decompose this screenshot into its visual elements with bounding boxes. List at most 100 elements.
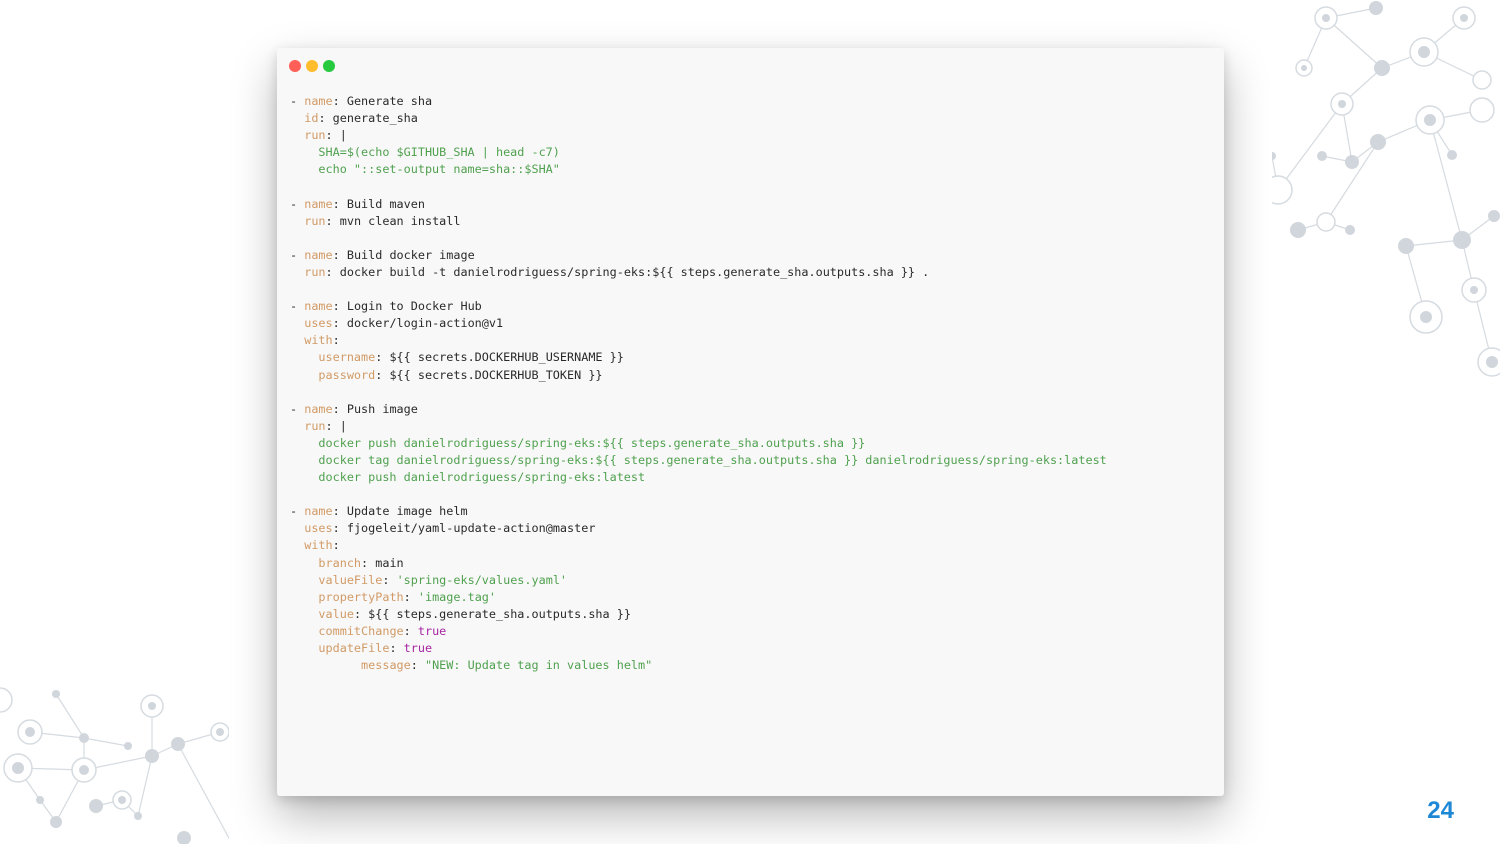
code-text: : — [389, 641, 404, 655]
code-text: - — [290, 401, 305, 416]
code-line: valueFile: 'spring-eks/values.yaml' — [290, 572, 1107, 589]
yaml-key: commitChange — [318, 623, 404, 638]
code-text: : — [403, 623, 418, 638]
yaml-key: with — [304, 333, 333, 348]
yaml-key: password — [318, 367, 376, 382]
code-line: run: mvn clean install — [290, 213, 1107, 230]
yaml-key: id — [304, 111, 319, 126]
code-text: - — [290, 196, 305, 211]
yaml-key: branch — [318, 555, 362, 570]
yaml-key: name — [304, 504, 333, 519]
yaml-key: username — [318, 350, 376, 365]
code-line: docker push danielrodriguess/spring-eks:… — [290, 469, 1107, 486]
yaml-boolean: true — [417, 623, 447, 638]
code-text: : Login to Docker Hub — [332, 299, 482, 314]
code-line: run: docker build -t danielrodriguess/sp… — [290, 264, 1107, 281]
page-number: 24 — [1427, 797, 1454, 824]
code-line: docker tag danielrodriguess/spring-eks:$… — [290, 452, 1106, 469]
code-line: - name: Build docker image — [290, 247, 1107, 264]
code-line: value: ${{ steps.generate_sha.outputs.sh… — [290, 606, 1107, 623]
yaml-string: echo "::set-output name=sha::$SHA" — [290, 162, 560, 177]
close-dot-icon — [289, 60, 301, 72]
code-text: : — [382, 572, 397, 587]
code-line: - name: Build maven — [290, 196, 1107, 213]
code-text: : ${{ secrets.DOCKERHUB_TOKEN }} — [375, 367, 603, 382]
maximize-dot-icon — [323, 60, 335, 72]
yaml-string: SHA=$(echo $GITHUB_SHA | head -c7) — [290, 145, 560, 160]
code-text: - — [290, 504, 305, 519]
yaml-key: name — [304, 299, 333, 314]
yaml-string: 'spring-eks/values.yaml' — [396, 572, 568, 587]
yaml-key: message — [361, 658, 411, 673]
yaml-key: name — [304, 247, 333, 262]
code-text: : — [332, 538, 340, 553]
code-line: uses: docker/login-action@v1 — [290, 315, 1107, 332]
code-text: : Generate sha — [332, 94, 433, 108]
code-line: message: "NEW: Update tag in values helm… — [290, 657, 1107, 674]
yaml-key: run — [304, 213, 326, 228]
code-line: password: ${{ secrets.DOCKERHUB_TOKEN }} — [290, 367, 1107, 384]
code-text: : Build maven — [332, 196, 425, 211]
code-line: uses: fjogeleit/yaml-update-action@maste… — [290, 520, 1107, 537]
minimize-dot-icon — [306, 60, 318, 72]
yaml-key: value — [318, 606, 354, 621]
code-text: : Push image — [332, 401, 418, 416]
code-text: : fjogeleit/yaml-update-action@master — [332, 521, 596, 536]
yaml-key: run — [304, 418, 326, 433]
code-block: - name: Generate sha id: generate_sha ru… — [290, 93, 1107, 674]
code-text: : | — [325, 418, 347, 433]
code-text: : — [410, 658, 425, 673]
code-line: - name: Push image — [290, 401, 1107, 418]
code-line: updateFile: true — [290, 640, 1107, 657]
code-window: - name: Generate sha id: generate_sha ru… — [277, 48, 1224, 796]
code-line: branch: main — [290, 555, 1107, 572]
code-line: propertyPath: 'image.tag' — [290, 589, 1107, 606]
code-text: - — [290, 299, 305, 314]
code-line: id: generate_sha — [290, 110, 1107, 127]
yaml-key: uses — [304, 521, 333, 536]
code-text: : mvn clean install — [325, 213, 461, 228]
code-text: : Update image helm — [332, 504, 468, 519]
code-line: SHA=$(echo $GITHUB_SHA | head -c7) — [290, 144, 1107, 161]
yaml-key: name — [304, 94, 333, 108]
window-controls — [289, 60, 335, 72]
code-text: : | — [325, 128, 347, 143]
code-text: : main — [361, 555, 404, 570]
yaml-key: run — [304, 128, 326, 143]
code-line: - name: Login to Docker Hub — [290, 298, 1107, 315]
yaml-key: name — [304, 401, 333, 416]
yaml-boolean: true — [403, 641, 433, 655]
code-line: username: ${{ secrets.DOCKERHUB_USERNAME… — [290, 349, 1107, 366]
yaml-key: run — [304, 264, 326, 279]
code-line: run: | — [290, 127, 1107, 144]
yaml-key: valueFile — [318, 572, 383, 587]
network-decoration-bottom-left — [0, 660, 240, 844]
yaml-key: uses — [304, 316, 333, 331]
code-text: : ${{ steps.generate_sha.outputs.sha }} — [353, 606, 631, 621]
code-line: docker push danielrodriguess/spring-eks:… — [290, 435, 1107, 452]
code-text: : Build docker image — [332, 247, 475, 262]
code-text: : ${{ secrets.DOCKERHUB_USERNAME }} — [375, 350, 624, 365]
network-decoration-top-right — [1272, 0, 1500, 400]
code-line: with: — [290, 537, 1107, 554]
code-text: : — [403, 589, 418, 604]
